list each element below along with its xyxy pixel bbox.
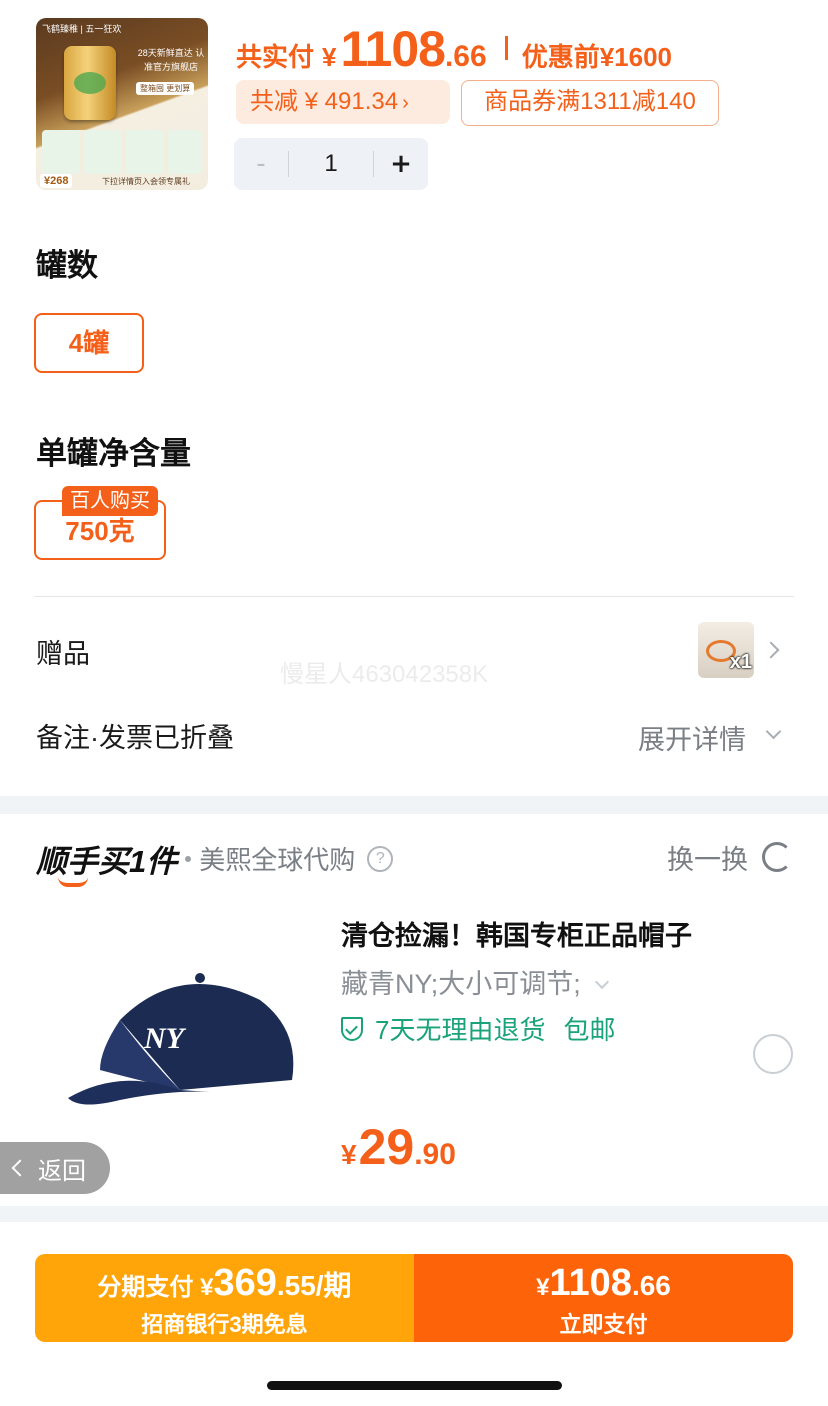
expand-details-link[interactable]: 展开详情 xyxy=(638,718,746,757)
return-policy-tag: 7天无理由退货 xyxy=(375,1015,546,1045)
section-gap xyxy=(0,796,828,814)
back-button[interactable]: 返回 xyxy=(0,1142,110,1194)
savings-pill[interactable]: 共减 ¥ 491.34 › xyxy=(236,80,450,124)
chevron-right-icon[interactable] xyxy=(762,641,780,659)
thumb-flag: 整箱囤 更划算 xyxy=(136,82,195,95)
divider xyxy=(504,36,508,60)
back-label: 返回 xyxy=(38,1157,86,1185)
quantity-stepper: - 1 + xyxy=(234,138,428,190)
quantity-value[interactable]: 1 xyxy=(289,150,373,178)
paid-integer: 1108 xyxy=(340,21,445,77)
swap-button[interactable]: 换一换 xyxy=(667,838,748,877)
thumb-price-tag: ¥268 xyxy=(40,174,73,188)
help-icon[interactable]: ? xyxy=(367,845,394,872)
paid-currency: ¥ xyxy=(322,42,337,72)
pay-now-label: 立即支付 xyxy=(559,1312,648,1337)
installment-pay-button[interactable]: 分期支付 ¥ 369 .55/期 招商银行3期免息 xyxy=(35,1254,414,1342)
bundle-item-title[interactable]: 清仓捡漏！韩国专柜正品帽子 xyxy=(341,914,692,953)
pay-now-button[interactable]: ¥ 1108 .66 立即支付 xyxy=(414,1254,793,1342)
gift-thumbnail[interactable]: x1 xyxy=(698,622,754,678)
chevron-left-icon xyxy=(11,1159,29,1177)
original-price: ¥1600 xyxy=(599,42,673,72)
increase-button[interactable]: + xyxy=(374,149,428,179)
thumb-brand: 飞鹤臻稚 | 五一狂欢 xyxy=(42,24,122,34)
chevron-down-icon[interactable] xyxy=(765,723,782,740)
formula-can-image xyxy=(64,46,116,120)
chevron-right-icon: › xyxy=(402,92,409,114)
savings-text: 共减 ¥ 491.34 xyxy=(250,88,399,115)
total-paid-line: 共实付 ¥ 1108 .66 优惠前 ¥1600 xyxy=(236,20,673,77)
service-tags: 7天无理由退货 包邮 xyxy=(341,1010,615,1047)
section-gap xyxy=(0,1206,828,1222)
gift-quantity: x1 xyxy=(729,651,752,673)
product-thumbnail[interactable]: 飞鹤臻稚 | 五一狂欢 28天新鲜直达 认准官方旗舰店 整箱囤 更划算 ¥268… xyxy=(36,18,208,190)
chevron-down-icon xyxy=(594,974,609,990)
payment-bar: 分期支付 ¥ 369 .55/期 招商银行3期免息 ¥ 1108 .66 立即支… xyxy=(35,1254,793,1342)
home-indicator xyxy=(267,1381,562,1390)
gift-label: 赠品 xyxy=(36,639,90,669)
decrease-button[interactable]: - xyxy=(234,149,288,179)
divider xyxy=(34,596,794,597)
shield-check-icon xyxy=(341,1016,363,1041)
refresh-icon[interactable] xyxy=(762,842,792,872)
thumb-footer: 下拉详情页入会领专属礼 xyxy=(102,177,190,186)
popular-badge: 百人购买 xyxy=(62,486,158,516)
can-count-title: 罐数 xyxy=(36,248,98,283)
free-shipping-tag: 包邮 xyxy=(563,1015,616,1045)
can-count-option-4[interactable]: 4罐 xyxy=(34,313,144,373)
coupon-pill[interactable]: 商品券满1311减140 xyxy=(461,80,719,126)
thumb-gift-strip xyxy=(42,130,202,174)
bundle-item-price: ¥ 29 .90 xyxy=(341,1119,456,1175)
cap-logo: NY xyxy=(143,1022,187,1055)
note-invoice-label: 备注·发票已折叠 xyxy=(36,723,234,753)
paid-decimal: .66 xyxy=(444,40,487,73)
thumb-slogan: 28天新鲜直达 认准官方旗舰店 xyxy=(137,48,205,72)
bundle-item-spec[interactable]: 藏青NY;大小可调节; xyxy=(341,962,609,1001)
bundle-header: 顺手买1件 美熙全球代购 ? xyxy=(36,836,394,887)
original-label: 优惠前 xyxy=(521,42,600,72)
bundle-logo: 顺手买1件 xyxy=(36,836,177,887)
separator-dot xyxy=(185,855,192,862)
select-bundle-radio[interactable] xyxy=(753,1034,793,1074)
net-weight-title: 单罐净含量 xyxy=(36,436,191,471)
installment-bank: 招商银行3期免息 xyxy=(141,1312,308,1337)
shop-name: 美熙全球代购 xyxy=(199,845,356,875)
paid-label: 共实付 xyxy=(236,42,315,72)
watermark: 慢星人463042358K xyxy=(280,661,489,688)
cap-product-image[interactable]: NY xyxy=(60,960,310,1120)
